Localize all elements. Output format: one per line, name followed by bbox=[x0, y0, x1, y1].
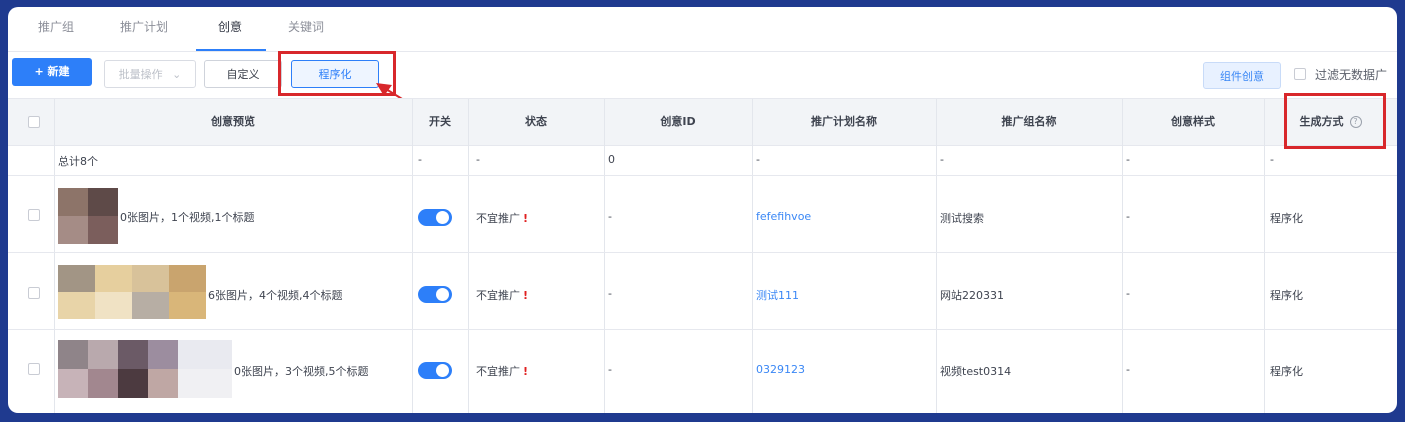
summary-total: 总计8个 bbox=[58, 155, 98, 168]
summary-id: 0 bbox=[608, 153, 615, 166]
plan-name-link[interactable]: 0329123 bbox=[756, 363, 805, 376]
new-button[interactable]: + 新建 bbox=[12, 58, 92, 86]
creative-id: - bbox=[608, 287, 612, 300]
row-divider bbox=[8, 175, 1397, 176]
tab-keywords[interactable]: 关键词 bbox=[288, 7, 324, 51]
column-header-creative-style: 创意样式 bbox=[1171, 115, 1215, 128]
component-creative-button[interactable]: 组件创意 bbox=[1203, 62, 1281, 89]
creative-style: - bbox=[1126, 287, 1130, 300]
group-name: 视频test0314 bbox=[940, 365, 1012, 378]
summary-plan: - bbox=[756, 153, 760, 166]
select-all-checkbox[interactable] bbox=[28, 116, 40, 128]
chevron-down-icon: ⌄ bbox=[172, 68, 182, 81]
summary-method: - bbox=[1270, 153, 1274, 166]
column-header-group-name: 推广组名称 bbox=[1001, 115, 1057, 128]
group-name: 网站220331 bbox=[940, 289, 1004, 302]
row-checkbox[interactable] bbox=[28, 209, 40, 221]
tab-ad-group[interactable]: 推广组 bbox=[38, 7, 74, 51]
status-text: 不宜推广 bbox=[476, 212, 520, 225]
creative-switch-toggle[interactable] bbox=[418, 286, 452, 303]
batch-operation-label: 批量操作 bbox=[118, 68, 163, 81]
column-divider bbox=[468, 99, 469, 413]
creative-id: - bbox=[608, 363, 612, 376]
warning-icon: ! bbox=[523, 289, 529, 302]
creative-switch-toggle[interactable] bbox=[418, 209, 452, 226]
status-cell: 不宜推广! bbox=[476, 363, 528, 379]
creative-thumbnail[interactable] bbox=[58, 265, 206, 319]
column-divider bbox=[936, 99, 937, 413]
creative-thumbnail[interactable] bbox=[58, 340, 232, 398]
column-divider bbox=[752, 99, 753, 413]
column-divider bbox=[1264, 99, 1265, 413]
column-divider bbox=[1122, 99, 1123, 413]
status-text: 不宜推广 bbox=[476, 289, 520, 302]
active-tab-indicator bbox=[196, 49, 266, 51]
generation-method: 程序化 bbox=[1270, 289, 1303, 302]
column-header-creative-id: 创意ID bbox=[660, 115, 696, 128]
generation-method-label: 生成方式 bbox=[1299, 115, 1344, 128]
batch-operation-dropdown[interactable]: 批量操作 ⌄ bbox=[104, 60, 196, 88]
app-frame: 推广组 推广计划 创意 关键词 + 新建 批量操作 ⌄ 自定义 程序化 组件创意… bbox=[8, 7, 1397, 413]
column-header-status: 状态 bbox=[525, 115, 547, 128]
tab-bar: 推广组 推广计划 创意 关键词 bbox=[8, 7, 1397, 52]
preview-summary: 0张图片，1个视频,1个标题 bbox=[120, 211, 255, 224]
programmatic-button[interactable]: 程序化 bbox=[291, 60, 379, 88]
custom-button[interactable]: 自定义 bbox=[204, 60, 282, 88]
generation-method: 程序化 bbox=[1270, 212, 1303, 225]
column-header-switch: 开关 bbox=[429, 115, 451, 128]
creative-switch-toggle[interactable] bbox=[418, 362, 452, 379]
summary-group: - bbox=[940, 153, 944, 166]
summary-style: - bbox=[1126, 153, 1130, 166]
tab-campaign[interactable]: 推广计划 bbox=[120, 7, 168, 51]
status-cell: 不宜推广! bbox=[476, 210, 528, 226]
creative-style: - bbox=[1126, 363, 1130, 376]
row-divider bbox=[8, 252, 1397, 253]
summary-switch: - bbox=[418, 153, 422, 166]
preview-summary: 6张图片，4个视频,4个标题 bbox=[208, 289, 343, 302]
warning-icon: ! bbox=[523, 365, 529, 378]
creative-style: - bbox=[1126, 210, 1130, 223]
row-checkbox[interactable] bbox=[28, 287, 40, 299]
group-name: 测试搜索 bbox=[940, 212, 984, 225]
summary-status: - bbox=[476, 153, 480, 166]
creative-thumbnail[interactable] bbox=[58, 188, 118, 244]
status-cell: 不宜推广! bbox=[476, 287, 528, 303]
column-divider bbox=[412, 99, 413, 413]
plan-name-link[interactable]: 测试111 bbox=[756, 287, 799, 303]
status-text: 不宜推广 bbox=[476, 365, 520, 378]
plan-name-link[interactable]: fefefihvoe bbox=[756, 210, 811, 223]
tab-creative[interactable]: 创意 bbox=[218, 7, 242, 51]
help-icon[interactable]: ? bbox=[1349, 116, 1362, 128]
preview-summary: 0张图片，3个视频,5个标题 bbox=[234, 365, 369, 378]
column-divider bbox=[54, 99, 55, 413]
warning-icon: ! bbox=[523, 212, 529, 225]
column-header-plan-name: 推广计划名称 bbox=[811, 115, 877, 128]
column-header-preview: 创意预览 bbox=[211, 115, 255, 128]
generation-method: 程序化 bbox=[1270, 365, 1303, 378]
column-header-generation-method: 生成方式? bbox=[1264, 99, 1397, 145]
filter-no-data-label: 过滤无数据广 bbox=[1315, 68, 1388, 82]
row-divider bbox=[8, 329, 1397, 330]
row-checkbox[interactable] bbox=[28, 363, 40, 375]
column-divider bbox=[604, 99, 605, 413]
creative-id: - bbox=[608, 210, 612, 223]
table-header: 创意预览 开关 状态 创意ID 推广计划名称 推广组名称 创意样式 生成方式? bbox=[8, 98, 1397, 146]
filter-no-data-checkbox[interactable] bbox=[1294, 68, 1306, 80]
